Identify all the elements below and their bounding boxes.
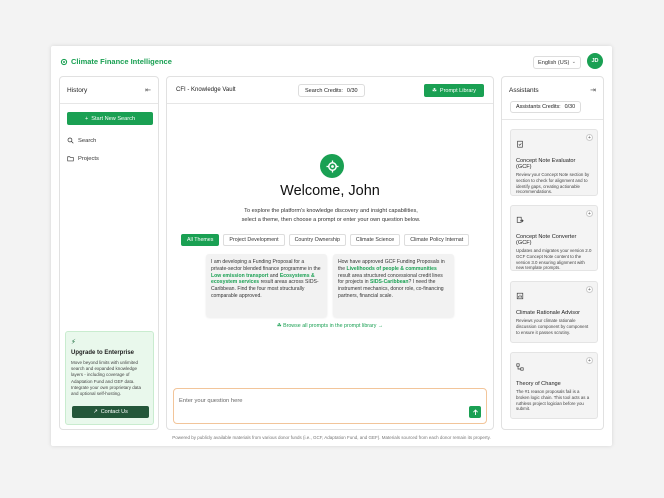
lightning-icon: ⚡︎ (71, 339, 76, 346)
prompt-library-label: Prompt Library (439, 87, 476, 94)
upgrade-card: ⚡︎ Upgrade to Enterprise Move beyond lim… (65, 331, 154, 425)
prompt-text: and (268, 272, 280, 279)
avatar[interactable]: JD (587, 53, 603, 69)
divider (502, 119, 603, 120)
folder-icon (67, 156, 74, 162)
tab-project-development[interactable]: Project Development (223, 234, 285, 246)
assistant-title: Theory of Change (516, 381, 561, 387)
sidebar-item-projects[interactable]: Projects (67, 155, 99, 162)
add-icon[interactable]: + (586, 286, 593, 293)
divider (60, 103, 158, 104)
logo-icon (60, 58, 68, 65)
credits-value: 0/30 (564, 104, 576, 110)
logo-text: Climate Finance Intelligence (71, 57, 172, 66)
contact-us-label: Contact Us (100, 409, 128, 415)
send-button[interactable] (469, 406, 481, 418)
assistants-panel: Assistants ⇥ Assistants Credits: 0/30 + … (501, 76, 604, 430)
collapse-sidebar-icon[interactable]: ⇤ (145, 86, 151, 94)
credits-label: Search Credits: (305, 87, 343, 94)
document-convert-icon (516, 216, 524, 223)
credits-value: 0/30 (346, 87, 358, 94)
contact-us-button[interactable]: ↗ Contact Us (72, 406, 149, 418)
assistant-card-concept-note-converter[interactable]: + Concept Note Converter (GCF) Updates a… (510, 205, 598, 271)
welcome-heading: Welcome, John (280, 183, 380, 199)
history-title: History (67, 87, 88, 94)
main-panel: CFI - Knowledge Vault Search Credits: 0/… (166, 76, 494, 430)
prompt-highlight: Low emission transport (211, 272, 269, 279)
top-bar: Climate Finance Intelligence English (US… (51, 46, 612, 76)
arrow-up-right-icon: ↗ (93, 409, 98, 415)
browse-prompts-link[interactable]: ☘ Browse all prompts in the prompt libra… (167, 323, 493, 329)
arrow-up-icon (472, 408, 478, 415)
assistant-desc: Review your Concept Note section by sect… (516, 172, 590, 195)
prompt-highlight: SIDS-Caribbean (370, 279, 409, 286)
new-search-label: Start New Search (91, 115, 136, 122)
brand-emblem-icon (320, 154, 344, 178)
prompt-text: I am developing a Funding Proposal for a… (211, 259, 321, 272)
clipboard-check-icon (517, 140, 523, 148)
footer-note: Powered by publicly available materials … (172, 435, 491, 440)
assistants-title: Assistants (509, 87, 539, 94)
plus-icon: + (84, 115, 89, 122)
search-credits-badge: Search Credits: 0/30 (298, 84, 365, 97)
search-icon (67, 137, 74, 144)
theme-tabs: All Themes Project Development Country O… (181, 234, 470, 246)
question-box (173, 388, 487, 424)
tab-all-themes[interactable]: All Themes (181, 234, 220, 246)
add-icon[interactable]: + (586, 357, 593, 364)
start-new-search-button[interactable]: + Start New Search (67, 112, 153, 125)
add-icon[interactable]: + (586, 210, 593, 217)
app-logo[interactable]: Climate Finance Intelligence (60, 57, 172, 66)
assistants-credits-badge: Assistants Credits: 0/30 (510, 101, 582, 113)
assistant-title: Concept Note Converter (GCF) (516, 234, 577, 246)
language-value: English (US) (538, 59, 570, 66)
tab-country-ownership[interactable]: Country Ownership (288, 234, 346, 246)
sidebar-item-label: Projects (78, 155, 99, 162)
upgrade-text: Move beyond limits with unlimited search… (71, 360, 142, 397)
app-window: Climate Finance Intelligence English (US… (51, 46, 612, 446)
assistant-card-theory-of-change[interactable]: + Theory of Change The #1 reason proposa… (510, 352, 598, 419)
history-panel: History ⇤ + Start New Search Search Proj… (59, 76, 159, 430)
prompt-card[interactable]: I am developing a Funding Proposal for a… (206, 254, 327, 317)
page-title: CFI - Knowledge Vault (176, 87, 236, 93)
divider (167, 103, 493, 104)
intro-text: To explore the platform's knowledge disc… (217, 207, 445, 224)
intro-line: To explore the platform's knowledge disc… (244, 208, 418, 214)
prompt-library-button[interactable]: ☘ Prompt Library (424, 84, 484, 97)
language-select[interactable]: English (US) ⌄ (533, 56, 581, 69)
intro-line: select a theme, then choose a prompt or … (241, 216, 421, 223)
leaf-icon: ☘ (431, 87, 437, 94)
assistant-title: Concept Note Evaluator (GCF) (516, 158, 576, 170)
sidebar-item-search[interactable]: Search (67, 137, 96, 144)
chevron-down-icon: ⌄ (571, 59, 576, 65)
tab-climate-policy-internat[interactable]: Climate Policy Internat (404, 234, 470, 246)
chart-doc-icon (516, 292, 524, 300)
assistant-desc: Reviews your climate rationale discussio… (516, 318, 589, 335)
credits-label: Assistants Credits: (516, 104, 561, 110)
assistant-desc: The #1 reason proposals fail is a broken… (516, 389, 590, 412)
add-icon[interactable]: + (586, 134, 593, 141)
question-input[interactable] (179, 396, 459, 406)
flow-diagram-icon (516, 363, 524, 371)
sidebar-item-label: Search (78, 137, 97, 144)
emblem-shape (325, 159, 339, 173)
avatar-initials: JD (591, 58, 599, 64)
prompt-card[interactable]: How have approved GCF Funding Proposals … (333, 254, 454, 317)
upgrade-title: Upgrade to Enterprise (71, 350, 135, 356)
leaf-icon: ☘ (276, 323, 282, 329)
tab-climate-science[interactable]: Climate Science (349, 234, 401, 246)
prompt-cards: I am developing a Funding Proposal for a… (206, 254, 454, 317)
assistant-card-concept-note-evaluator[interactable]: + Concept Note Evaluator (GCF) Review yo… (510, 129, 598, 196)
prompt-highlight: Livelihoods of people & communities (346, 265, 437, 272)
browse-label: Browse all prompts in the prompt library… (283, 323, 384, 329)
assistant-desc: Updates and migrates your version 2.0 GC… (516, 248, 592, 271)
assistant-card-climate-rationale-advisor[interactable]: + Climate Rationale Advisor Reviews your… (510, 281, 598, 343)
assistant-title: Climate Rationale Advisor (516, 310, 581, 316)
expand-panel-icon[interactable]: ⇥ (590, 86, 596, 94)
